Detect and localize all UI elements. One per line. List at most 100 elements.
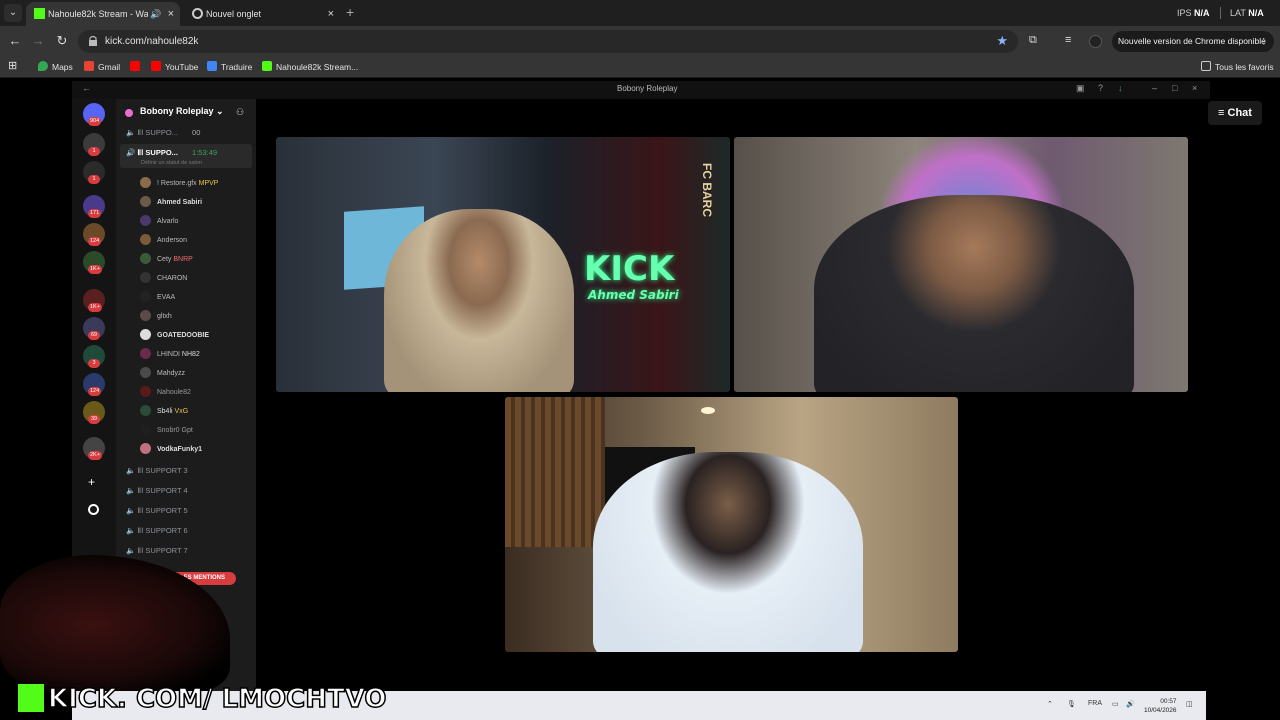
member-item: Anderson bbox=[140, 234, 187, 245]
member-name: CHARON bbox=[157, 275, 188, 282]
member-item: gltxh bbox=[140, 310, 172, 321]
channel-name: SUPPORT 6 bbox=[145, 526, 188, 535]
member-item: Nahoule82 bbox=[140, 386, 191, 397]
bookmark-maps[interactable]: Maps bbox=[38, 61, 73, 72]
youtube-icon bbox=[151, 61, 161, 71]
guild-badge: 3 bbox=[88, 359, 100, 368]
forward-arrow-icon[interactable]: → bbox=[30, 33, 46, 48]
microphone-icon: 🎙 bbox=[1067, 701, 1076, 708]
ceiling-light bbox=[701, 407, 715, 414]
member-name: EVAA bbox=[157, 294, 176, 301]
add-member-icon: ⚇ bbox=[236, 107, 245, 117]
tab-title: Nahoule82k Stream - Watc bbox=[48, 9, 148, 19]
youtube-icon bbox=[130, 61, 140, 71]
more-menu-icon[interactable]: ⋮ bbox=[1260, 31, 1269, 52]
avatar bbox=[140, 215, 151, 226]
notification-icon: ◫ bbox=[1186, 701, 1193, 708]
member-tag: VxG bbox=[174, 408, 189, 415]
discord-titlebar: ← Bobony Roleplay ▣ ? ↓ – □ × bbox=[72, 81, 1210, 99]
ips-label: IPS bbox=[1177, 8, 1192, 18]
bookmark-youtube[interactable]: YouTube bbox=[151, 61, 198, 72]
member-item: Alvarlo bbox=[140, 215, 178, 226]
kick-logo-icon bbox=[18, 684, 44, 712]
all-bookmarks[interactable]: Tous les favoris bbox=[1201, 61, 1274, 72]
streamer-silhouette bbox=[593, 452, 863, 652]
tab-close-icon[interactable]: × bbox=[168, 2, 174, 26]
bookmark-translate[interactable]: Traduire bbox=[207, 61, 252, 72]
webcam-tile-1: KICK Ahmed Sabiri FC BARC bbox=[276, 137, 730, 392]
tab-search-button[interactable]: ⌄ bbox=[4, 4, 22, 22]
member-name: ! Restore.gfx bbox=[157, 180, 197, 187]
ips-indicator: IPS N/A bbox=[1177, 8, 1210, 18]
chrome-update-button[interactable]: Nouvelle version de Chrome disponible ⋮ bbox=[1112, 31, 1274, 52]
lat-value: N/A bbox=[1248, 8, 1264, 18]
voice-channel: 🔈 ⅡⅠ SUPPORT 7 bbox=[126, 546, 188, 555]
member-tag: NH82 bbox=[181, 351, 200, 358]
lat-indicator: LAT N/A bbox=[1230, 8, 1264, 18]
clock-time: 00:57 bbox=[1160, 698, 1177, 705]
speaker-icon[interactable]: 🔊 bbox=[150, 2, 161, 26]
server-name: Bobony Roleplay ⌄ bbox=[140, 106, 224, 117]
streamer-silhouette bbox=[384, 209, 574, 392]
add-server-icon: + bbox=[88, 475, 96, 489]
chevron-up-icon: ⌃ bbox=[1047, 701, 1053, 708]
back-arrow-icon[interactable]: ← bbox=[7, 33, 23, 48]
bookmark-star-icon[interactable]: ★ bbox=[996, 33, 1008, 49]
voice-channel: 🔈 ⅡⅠ SUPPO... 00 bbox=[126, 128, 201, 137]
kick-icon bbox=[262, 61, 272, 71]
translate-icon bbox=[207, 61, 217, 71]
kick-chat-toggle[interactable]: ≡ Chat bbox=[1208, 101, 1262, 125]
member-name: LHINDI bbox=[157, 351, 180, 358]
status-hint: Définir un statut de salon bbox=[141, 160, 202, 166]
close-icon: × bbox=[1192, 83, 1198, 93]
member-item: Sb4li VxG bbox=[140, 405, 188, 416]
tab-new-tab[interactable]: Nouvel onglet × bbox=[184, 2, 340, 26]
divider bbox=[1220, 7, 1221, 19]
guild-badge: 124 bbox=[88, 387, 102, 396]
media-controls-icon[interactable]: ≡ bbox=[1065, 34, 1071, 46]
address-bar[interactable]: kick.com/nahoule82k ★ bbox=[78, 30, 1018, 53]
neon-subtitle: Ahmed Sabiri bbox=[588, 288, 679, 302]
guild-badge: 904 bbox=[88, 117, 102, 126]
avatar bbox=[140, 367, 151, 378]
tab-close-icon[interactable]: × bbox=[328, 2, 334, 26]
guild-badge: 39 bbox=[88, 415, 100, 424]
avatar bbox=[140, 177, 151, 188]
guild-badge: 124 bbox=[88, 237, 102, 246]
member-item: Cety BNRP bbox=[140, 253, 193, 264]
tab-kick-stream[interactable]: Nahoule82k Stream - Watc 🔊 × bbox=[26, 2, 180, 26]
bookmark-label: Traduire bbox=[221, 62, 253, 72]
member-name: Alvarlo bbox=[157, 218, 179, 225]
chevron-down-icon: ⌄ bbox=[216, 106, 224, 116]
bookmark-label: Tous les favoris bbox=[1215, 62, 1274, 72]
member-name: Anderson bbox=[157, 237, 187, 244]
voice-channel-active: 🔊 ⅡⅠ SUPPO... 1:53:49 bbox=[126, 148, 218, 157]
guild-badge: 1 bbox=[88, 175, 100, 184]
reload-icon[interactable]: ↻ bbox=[54, 33, 70, 49]
member-name: Nahoule82 bbox=[157, 389, 191, 396]
volume-icon: 🔊 bbox=[1126, 701, 1135, 708]
voice-channel: 🔈 ⅡⅠ SUPPORT 3 bbox=[126, 466, 188, 475]
channel-counter: 00 bbox=[192, 128, 201, 137]
profile-avatar[interactable] bbox=[1089, 35, 1102, 48]
neon-sign: KICK bbox=[584, 249, 675, 289]
member-tag: MPVP bbox=[198, 180, 219, 187]
member-item: GOATEDOOBIE bbox=[140, 329, 209, 340]
help-icon: ? bbox=[1098, 83, 1104, 93]
new-tab-button[interactable]: + bbox=[346, 4, 354, 20]
bookmark-kick[interactable]: Nahoule82k Stream... bbox=[262, 61, 358, 72]
url-text: kick.com/nahoule82k bbox=[105, 36, 199, 47]
apps-grid-icon[interactable]: ⊞ bbox=[8, 59, 17, 72]
member-name: Sb4li bbox=[157, 408, 173, 415]
member-item: LHINDI NH82 bbox=[140, 348, 200, 359]
channel-name: SUPPO... bbox=[145, 128, 178, 137]
site-info-icon[interactable] bbox=[88, 35, 98, 47]
channel-name: SUPPORT 7 bbox=[145, 546, 188, 555]
extensions-icon[interactable]: ⧉ bbox=[1029, 34, 1037, 47]
bookmark-label: Nahoule82k Stream... bbox=[276, 62, 359, 72]
bookmark-youtube-short[interactable] bbox=[130, 61, 144, 72]
bookmark-label: Maps bbox=[52, 62, 73, 72]
member-item: ! Restore.gfx MPVP bbox=[140, 177, 218, 188]
bookmark-gmail[interactable]: Gmail bbox=[84, 61, 120, 72]
gmail-icon bbox=[84, 61, 94, 71]
